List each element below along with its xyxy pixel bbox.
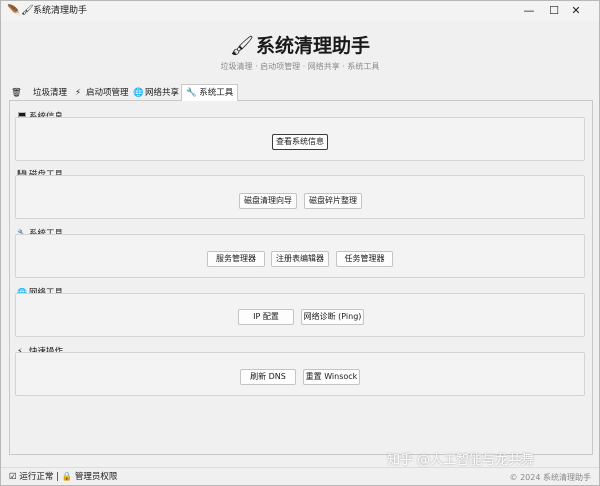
status-left: ☑ 运行正常 | 🔒 管理员权限 — [9, 471, 117, 483]
ip-config-button[interactable]: IP 配置 — [238, 309, 294, 325]
tab-system-tools-label: 系统工具 — [199, 88, 234, 98]
page-subtitle: 垃圾清理 · 启动项管理 · 网络共享 · 系统工具 — [220, 62, 380, 71]
globe-icon: 🌐 — [133, 88, 144, 98]
service-manager-button[interactable]: 服务管理器 — [207, 251, 265, 267]
group-disk-tools — [15, 175, 585, 219]
window-title: 系统清理助手 — [33, 6, 88, 16]
reset-winsock-button[interactable]: 重置 Winsock — [303, 369, 360, 385]
group-quick-actions — [15, 352, 585, 396]
close-button[interactable]: ✕ — [553, 1, 599, 21]
status-state: 运行正常 — [19, 472, 54, 482]
tab-junk-clean[interactable]: 垃圾清理 — [33, 85, 67, 101]
title-bar[interactable]: 🪶 🖌 系统清理助手 — ☐ ✕ — [1, 1, 599, 21]
flush-dns-button[interactable]: 刷新 DNS — [240, 369, 296, 385]
lock-icon: 🔒 — [61, 472, 73, 482]
brush-icon: 🖌 — [229, 35, 255, 57]
brush-icon: 🖌 — [21, 5, 34, 16]
status-separator: | — [56, 472, 59, 482]
tab-system-tools[interactable]: 🔧 系统工具 — [181, 84, 239, 101]
app-window: 🪶 🖌 系统清理助手 — ☐ ✕ 🖌系统清理助手 垃圾清理 · 启动项管理 · … — [0, 0, 600, 486]
status-privilege: 管理员权限 — [74, 472, 118, 482]
disk-defrag-button[interactable]: 磁盘碎片整理 — [304, 193, 362, 209]
feather-icon: 🪶 — [7, 4, 21, 17]
checkbox-icon: ☑ — [9, 472, 17, 482]
wrench-icon: 🔧 — [186, 88, 197, 98]
disk-cleanup-wizard-button[interactable]: 磁盘清理向导 — [239, 193, 297, 209]
lightning-icon: ⚡ — [75, 88, 81, 98]
view-system-info-button[interactable]: 查看系统信息 — [272, 134, 328, 150]
trash-icon: 🗑 — [11, 88, 22, 98]
status-bar: ☑ 运行正常 | 🔒 管理员权限 © 2024 系统清理助手 — [1, 467, 599, 485]
task-manager-button[interactable]: 任务管理器 — [336, 251, 393, 267]
tab-startup-manager[interactable]: 启动项管理 — [86, 85, 129, 101]
page-title-text: 系统清理助手 — [255, 35, 370, 57]
tab-network-share[interactable]: 网络共享 — [145, 85, 179, 101]
network-ping-button[interactable]: 网络诊断 (Ping) — [301, 309, 364, 325]
copyright-text: © 2024 系统清理助手 — [509, 473, 591, 482]
group-network-tools — [15, 293, 585, 337]
registry-editor-button[interactable]: 注册表编辑器 — [271, 251, 329, 267]
page-title: 🖌系统清理助手 — [1, 33, 599, 59]
